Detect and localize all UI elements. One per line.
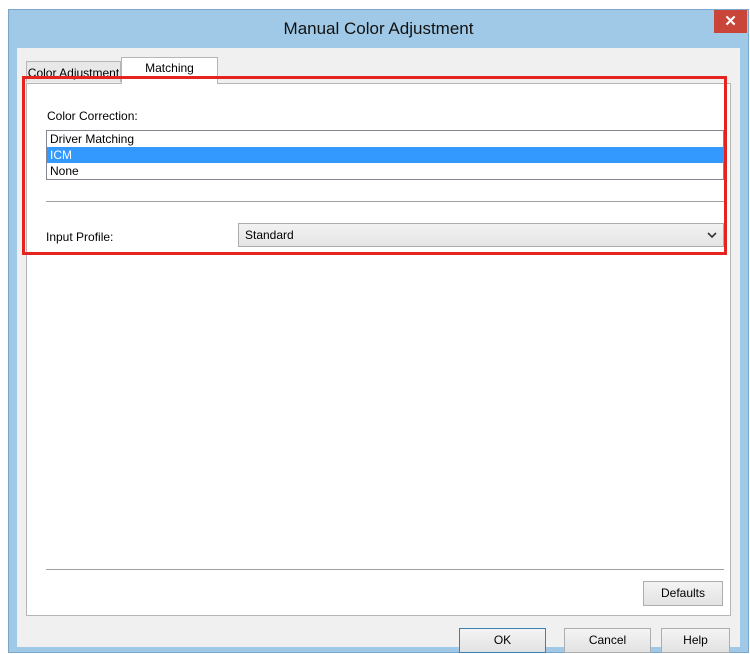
- matching-tab-panel: Color Correction: Driver Matching ICM No…: [26, 83, 731, 616]
- bottom-divider: [46, 569, 724, 570]
- input-profile-select[interactable]: Standard: [238, 223, 724, 247]
- help-button[interactable]: Help: [661, 628, 730, 653]
- window-title: Manual Color Adjustment: [283, 19, 474, 38]
- dialog-window: Manual Color Adjustment ✕ Color Adjustme…: [8, 9, 749, 653]
- title-bar[interactable]: Manual Color Adjustment ✕: [9, 10, 748, 48]
- section-divider: [46, 201, 724, 202]
- input-profile-label: Input Profile:: [46, 230, 114, 244]
- color-correction-label: Color Correction:: [47, 109, 138, 123]
- tab-matching[interactable]: Matching: [121, 57, 218, 84]
- close-icon: ✕: [724, 13, 737, 30]
- list-item-icm[interactable]: ICM: [47, 147, 723, 163]
- tab-color-adjustment[interactable]: Color Adjustment: [26, 61, 121, 82]
- dialog-client-area: Color Adjustment Matching Color Correcti…: [17, 48, 740, 653]
- ok-button[interactable]: OK: [459, 628, 546, 653]
- list-item-none[interactable]: None: [47, 163, 723, 179]
- cancel-button[interactable]: Cancel: [564, 628, 651, 653]
- color-correction-listbox[interactable]: Driver Matching ICM None: [46, 130, 724, 180]
- input-profile-value: Standard: [245, 228, 294, 242]
- list-item-driver-matching[interactable]: Driver Matching: [47, 131, 723, 147]
- defaults-button[interactable]: Defaults: [643, 581, 723, 606]
- chevron-down-icon: [707, 224, 717, 254]
- close-button[interactable]: ✕: [714, 10, 747, 33]
